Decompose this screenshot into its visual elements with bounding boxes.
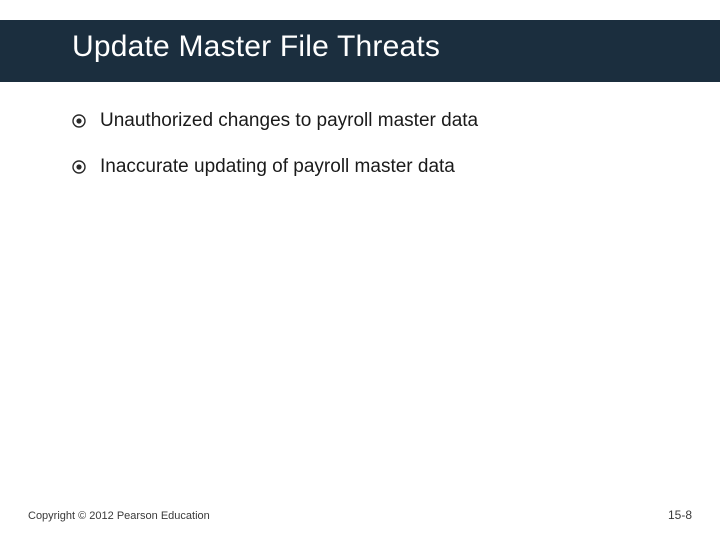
title-header: Update Master File Threats xyxy=(0,0,720,82)
target-bullet-icon xyxy=(72,114,86,128)
list-item: Unauthorized changes to payroll master d… xyxy=(72,110,680,132)
slide-title: Update Master File Threats xyxy=(72,30,440,64)
target-bullet-icon xyxy=(72,160,86,174)
list-item: Inaccurate updating of payroll master da… xyxy=(72,156,680,178)
bullet-text: Inaccurate updating of payroll master da… xyxy=(100,156,455,178)
page-number: 15-8 xyxy=(668,508,692,522)
copyright-text: Copyright © 2012 Pearson Education xyxy=(28,510,210,522)
bullet-text: Unauthorized changes to payroll master d… xyxy=(100,110,478,132)
footer: Copyright © 2012 Pearson Education 15-8 xyxy=(28,508,692,522)
content-area: Unauthorized changes to payroll master d… xyxy=(72,110,680,202)
